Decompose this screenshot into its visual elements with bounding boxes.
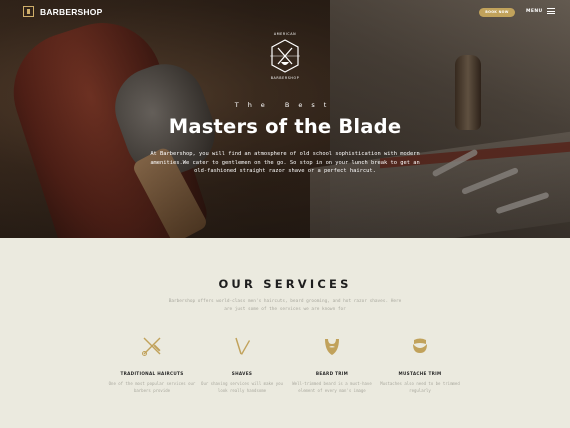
service-shaves[interactable]: SHAVES Our shaving services will make yo… bbox=[197, 335, 287, 394]
menu-button[interactable]: MENU bbox=[526, 8, 555, 14]
hero-subtitle: The Best bbox=[234, 101, 336, 109]
menu-label: MENU bbox=[526, 8, 543, 14]
service-mustache-trim[interactable]: MUSTACHE TRIM Mustaches also need to be … bbox=[375, 335, 465, 394]
hero-section: BARBERSHOP BOOK NOW MENU AMERICAN BARBER… bbox=[0, 0, 570, 238]
hero-title: Masters of the Blade bbox=[168, 115, 402, 138]
service-traditional-haircuts[interactable]: TRADITIONAL HAIRCUTS One of the most pop… bbox=[107, 335, 197, 394]
services-title: OUR SERVICES bbox=[218, 277, 352, 291]
razor-icon bbox=[197, 335, 287, 357]
emblem-top-text: AMERICAN bbox=[273, 32, 297, 36]
hero-emblem: AMERICAN BARBERSHOP bbox=[264, 32, 306, 82]
service-description: Well-trimmed beard is a must-have elemen… bbox=[292, 381, 372, 393]
logo-icon bbox=[23, 6, 34, 17]
emblem-bottom-text: BARBERSHOP bbox=[270, 76, 300, 80]
service-description: One of the most popular services our bar… bbox=[108, 381, 196, 393]
services-intro: Barbershop offers world-class men's hair… bbox=[168, 299, 402, 312]
site-logo[interactable]: BARBERSHOP bbox=[23, 6, 102, 17]
service-name: MUSTACHE TRIM bbox=[398, 371, 442, 376]
book-now-button[interactable]: BOOK NOW bbox=[479, 8, 515, 17]
service-name: BEARD TRIM bbox=[315, 371, 349, 376]
service-description: Mustaches also need to be trimmed regula… bbox=[380, 381, 460, 393]
emblem-razor-icon bbox=[270, 39, 300, 73]
service-name: TRADITIONAL HAIRCUTS bbox=[120, 371, 184, 376]
hamburger-icon bbox=[546, 8, 555, 14]
service-description: Our shaving services will make you look … bbox=[201, 381, 283, 393]
hero-description: At Barbershop, you will find an atmosphe… bbox=[150, 151, 420, 174]
scissors-comb-icon bbox=[107, 335, 197, 357]
beard-icon bbox=[287, 335, 377, 357]
service-name: SHAVES bbox=[231, 371, 253, 376]
mustache-icon bbox=[375, 335, 465, 357]
service-beard-trim[interactable]: BEARD TRIM Well-trimmed beard is a must-… bbox=[287, 335, 377, 394]
logo-text: BARBERSHOP bbox=[40, 6, 103, 17]
